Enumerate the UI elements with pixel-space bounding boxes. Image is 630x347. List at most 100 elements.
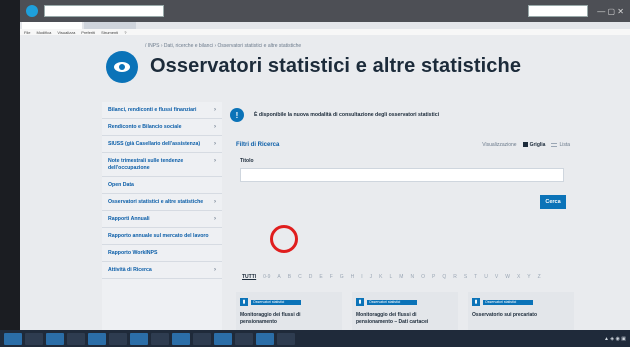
taskbar-app[interactable] xyxy=(46,332,64,345)
alphabet-s[interactable]: S xyxy=(464,274,467,280)
alphabet-l[interactable]: L xyxy=(390,274,393,280)
alphabet-v[interactable]: V xyxy=(495,274,498,280)
back-button[interactable] xyxy=(26,5,38,17)
alphabet-0-9[interactable]: 0-9 xyxy=(263,274,270,280)
result-card[interactable]: ▮ Osservatori statistici Monitoraggio dei… xyxy=(352,292,458,330)
taskbar-app[interactable] xyxy=(130,332,148,345)
alphabet-m[interactable]: M xyxy=(399,274,403,280)
alphabet-d[interactable]: D xyxy=(309,274,313,280)
alphabet-a[interactable]: A xyxy=(277,274,280,280)
alphabet-q[interactable]: Q xyxy=(442,274,446,280)
browser-search-box[interactable] xyxy=(528,5,588,17)
tab-other[interactable] xyxy=(84,22,136,29)
result-card[interactable]: ▮ Osservatori statistici Osservatorio sui… xyxy=(468,292,574,330)
card-tag-label: Osservatori statistici xyxy=(367,299,417,305)
title-search-input[interactable] xyxy=(240,168,564,182)
sidebar-item-workinps[interactable]: Rapporto WorkINPS xyxy=(102,245,222,262)
taskbar-app[interactable] xyxy=(193,332,211,345)
page-title: Osservatori statistici e altre statistic… xyxy=(150,55,522,77)
menu-preferiti[interactable]: Preferiti xyxy=(81,30,95,35)
alphabet-all[interactable]: TUTTI xyxy=(242,274,256,280)
breadcrumb-text[interactable]: / INPS › Dati, ricerche e bilanci › Osse… xyxy=(145,43,301,49)
card-tag: ▮ Osservatori statistici xyxy=(240,298,301,306)
sidebar-item-label: Attività di Ricerca xyxy=(108,267,152,273)
sidebar-item-label: Rendiconto e Bilancio sociale xyxy=(108,124,182,130)
notice-banner: ! È disponibile la nuova modalità di con… xyxy=(230,108,439,122)
system-tray[interactable]: ▲ ◈ ◉ ▣ xyxy=(604,336,626,342)
taskbar-app[interactable] xyxy=(109,332,127,345)
card-title[interactable]: Monitoraggio dei flussi di pensionamento… xyxy=(356,312,452,325)
taskbar-app[interactable] xyxy=(256,332,274,345)
chevron-down-icon: › xyxy=(214,158,216,164)
taskbar-app[interactable] xyxy=(25,332,43,345)
alphabet-p[interactable]: P xyxy=(432,274,435,280)
alphabet-z[interactable]: Z xyxy=(538,274,541,280)
card-title[interactable]: Monitoraggio dei flussi di pensionamento xyxy=(240,312,336,325)
chart-icon: ▮ xyxy=(240,298,248,306)
alphabet-f[interactable]: F xyxy=(330,274,333,280)
info-pin-icon: ! xyxy=(230,108,244,122)
menu-file[interactable]: File xyxy=(24,30,30,35)
alphabet-o[interactable]: O xyxy=(421,274,425,280)
alphabet-r[interactable]: R xyxy=(453,274,457,280)
sidebar-item-note-trimestrali[interactable]: Note trimestrali sulle tendenze dell'occ… xyxy=(102,153,222,177)
alphabet-t[interactable]: T xyxy=(474,274,477,280)
menu-help[interactable]: ? xyxy=(124,30,126,35)
window-controls[interactable]: — ▢ ✕ xyxy=(594,7,624,16)
alphabet-x[interactable]: X xyxy=(517,274,520,280)
results-grid: ▮ Osservatori statistici Monitoraggio dei… xyxy=(236,292,574,330)
alphabet-w[interactable]: W xyxy=(505,274,510,280)
sidebar-item-siuss[interactable]: SIUSS (già Casellario dell'assistenza) › xyxy=(102,136,222,153)
search-button[interactable]: Cerca xyxy=(540,195,566,209)
card-title[interactable]: Osservatorio sui precariato xyxy=(472,312,568,319)
view-mode-switch: Visualizzazione Griglia Lista xyxy=(482,142,570,148)
notice-text[interactable]: È disponibile la nuova modalità di consu… xyxy=(254,112,439,118)
menu-modifica[interactable]: Modifica xyxy=(36,30,51,35)
sidebar-item-label: Bilanci, rendiconti e flussi finanziari xyxy=(108,107,197,113)
alphabet-e[interactable]: E xyxy=(319,274,322,280)
alphabet-g[interactable]: G xyxy=(340,274,344,280)
menu-strumenti[interactable]: Strumenti xyxy=(101,30,118,35)
sidebar-item-rapporto-mercato[interactable]: Rapporto annuale sul mercato del lavoro xyxy=(102,228,222,245)
sidebar-item-label: Rapporti Annuali xyxy=(108,216,150,222)
sidebar-item-osservatori[interactable]: Osservatori statistici e altre statistic… xyxy=(102,194,222,211)
highlight-circle xyxy=(270,225,298,253)
alphabet-y[interactable]: Y xyxy=(527,274,530,280)
start-button[interactable] xyxy=(4,332,22,345)
tab-osservatori[interactable] xyxy=(22,22,82,29)
taskbar-app[interactable] xyxy=(151,332,169,345)
alphabet-j[interactable]: J xyxy=(370,274,373,280)
taskbar-app[interactable] xyxy=(235,332,253,345)
sidebar-item-open-data[interactable]: Open Data xyxy=(102,177,222,194)
sidebar-item-bilanci[interactable]: Bilanci, rendiconti e flussi finanziari › xyxy=(102,102,222,119)
sidebar-item-ricerca[interactable]: Attività di Ricerca › xyxy=(102,262,222,279)
tab-bar xyxy=(20,22,630,29)
taskbar-app[interactable] xyxy=(88,332,106,345)
alphabet-i[interactable]: I xyxy=(361,274,362,280)
sidebar-item-label: Open Data xyxy=(108,182,134,188)
taskbar-app[interactable] xyxy=(172,332,190,345)
result-card[interactable]: ▮ Osservatori statistici Monitoraggio dei… xyxy=(236,292,342,330)
view-list-option[interactable]: Lista xyxy=(551,142,570,148)
alphabet-h[interactable]: H xyxy=(351,274,355,280)
breadcrumb: / INPS › Dati, ricerche e bilanci › Osse… xyxy=(145,43,301,49)
alphabet-b[interactable]: B xyxy=(288,274,291,280)
card-tag: ▮ Osservatori statistici xyxy=(356,298,417,306)
alphabet-k[interactable]: K xyxy=(379,274,382,280)
view-grid-option[interactable]: Griglia xyxy=(522,142,545,148)
sidebar-item-rendiconto[interactable]: Rendiconto e Bilancio sociale › xyxy=(102,119,222,136)
alphabet-c[interactable]: C xyxy=(298,274,302,280)
alphabet-u[interactable]: U xyxy=(484,274,488,280)
filters-title: Filtri di Ricerca xyxy=(236,142,280,148)
browser-window: — ▢ ✕ File Modifica Visualizza Preferiti… xyxy=(20,0,630,330)
taskbar-app[interactable] xyxy=(67,332,85,345)
chevron-down-icon: › xyxy=(214,107,216,113)
address-bar[interactable] xyxy=(44,5,164,17)
desktop-edge xyxy=(0,0,20,330)
taskbar-app[interactable] xyxy=(214,332,232,345)
alphabet-n[interactable]: N xyxy=(410,274,414,280)
page-header: / INPS › Dati, ricerche e bilanci › Osse… xyxy=(20,35,630,85)
sidebar-item-rapporti-annuali[interactable]: Rapporti Annuali › xyxy=(102,211,222,228)
taskbar-app[interactable] xyxy=(277,332,295,345)
menu-visualizza[interactable]: Visualizza xyxy=(57,30,75,35)
